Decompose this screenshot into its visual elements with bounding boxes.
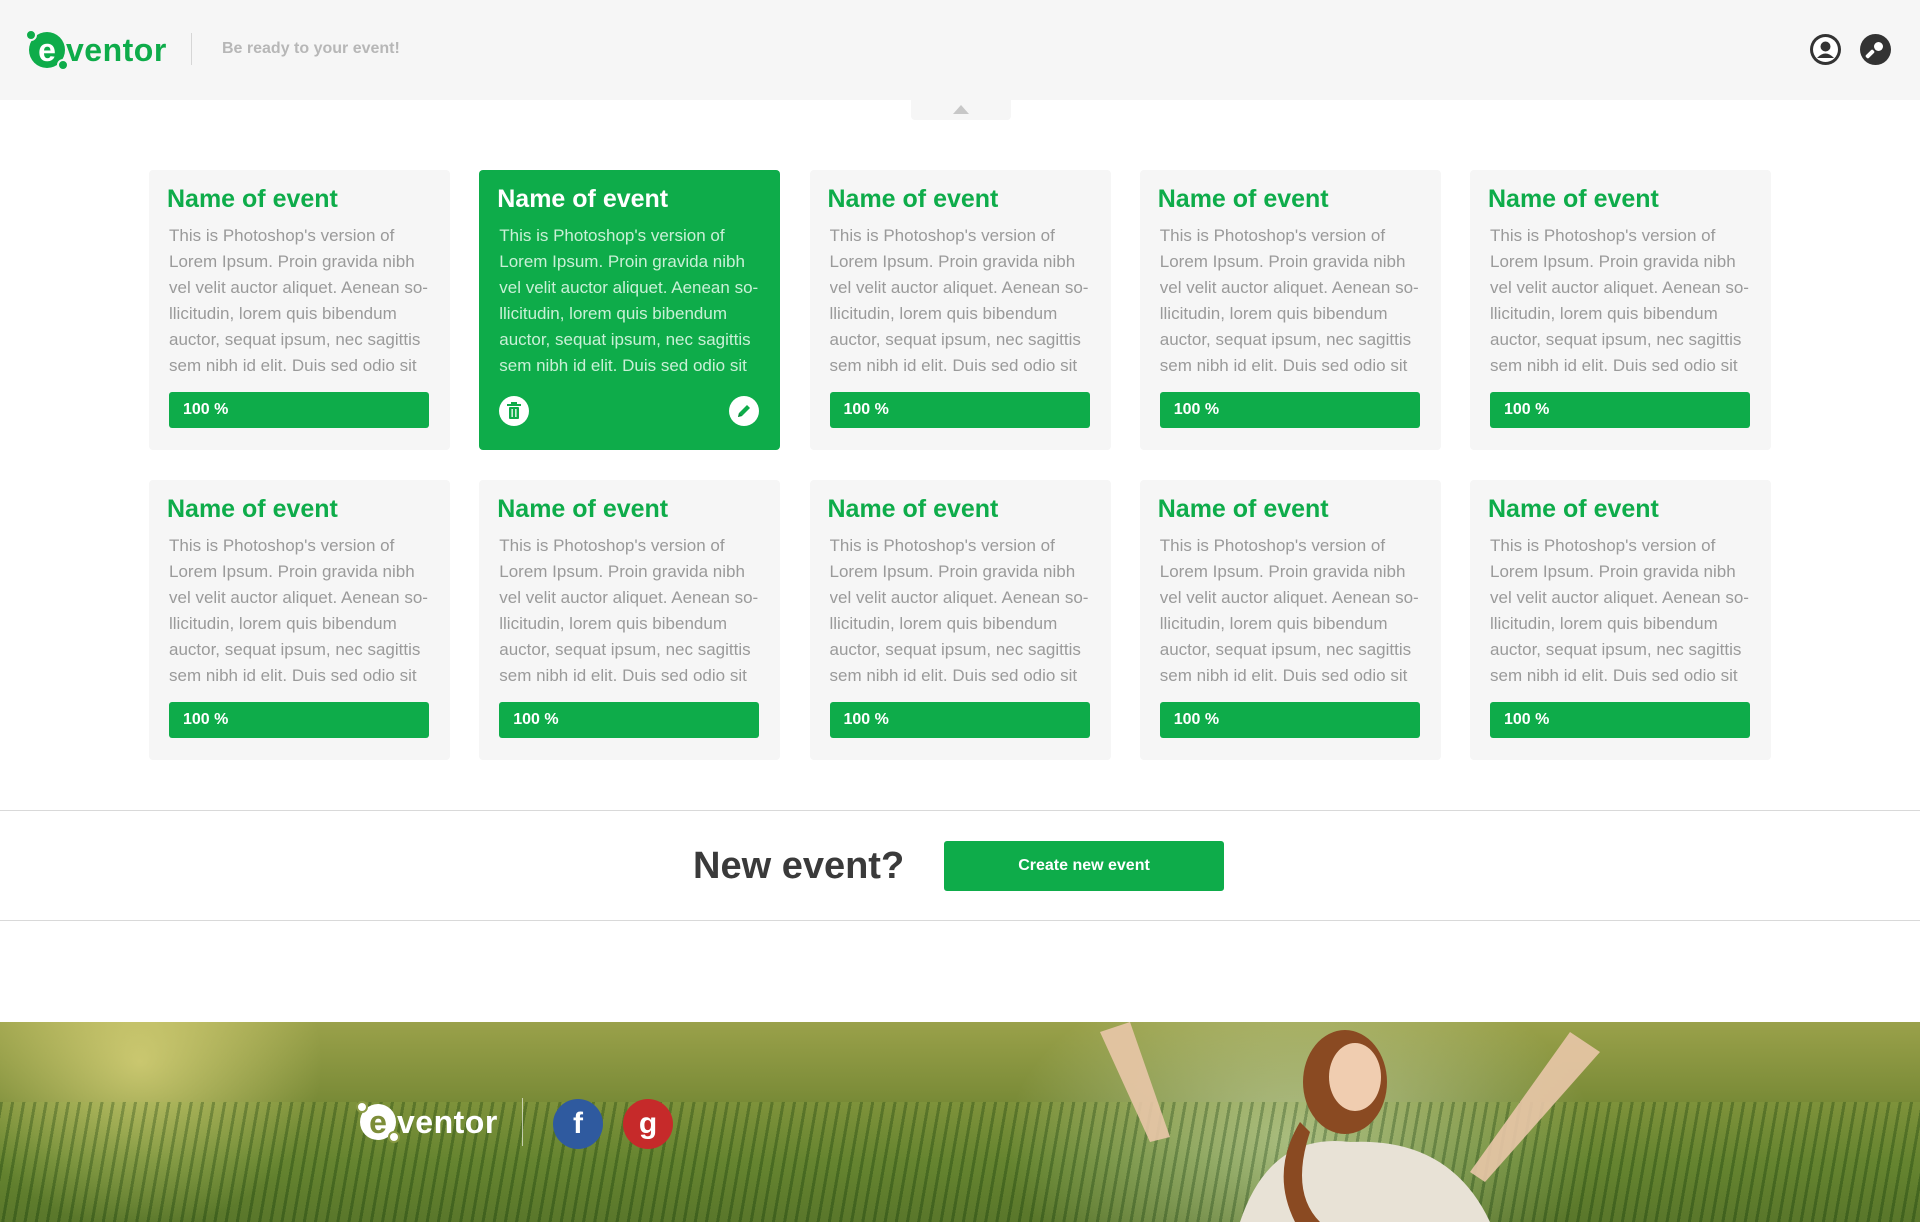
event-description: This is Photoshop's version of Lorem Ips… <box>1490 226 1749 375</box>
top-header: e ventor Be ready to your event! <box>0 0 1920 100</box>
event-description: This is Photoshop's version of Lorem Ips… <box>1490 536 1749 685</box>
header-collapse-tab[interactable] <box>911 100 1011 120</box>
create-new-event-button[interactable]: Create new event <box>944 841 1224 891</box>
progress-bar: 100 % <box>1490 702 1750 738</box>
event-title: Name of event <box>167 495 338 523</box>
progress-bar: 100 % <box>169 392 429 428</box>
event-card[interactable]: Name of event This is Photoshop's version… <box>1139 480 1441 760</box>
footer: e ventor f g <box>0 1022 1920 1222</box>
event-title: Name of event <box>167 185 338 213</box>
logo-wordmark: ventor <box>66 31 167 68</box>
progress-bar: 100 % <box>1159 702 1420 738</box>
event-title: Name of event <box>1488 185 1659 213</box>
google-icon[interactable]: g <box>623 1099 673 1149</box>
footer-background-grass <box>0 1102 1920 1222</box>
event-card[interactable]: Name of event This is Photoshop's version… <box>479 170 781 450</box>
footer-person-illustration <box>1100 1022 1600 1222</box>
event-grid: Name of event This is Photoshop's version… <box>149 170 1771 760</box>
new-event-heading: New event? <box>693 845 905 887</box>
event-title: Name of event <box>827 495 999 523</box>
footer-eventor-logo[interactable]: e ventor <box>356 1101 498 1143</box>
event-card[interactable]: Name of event This is Photoshop's version… <box>809 480 1111 760</box>
event-description: This is Photoshop's version of Lorem Ips… <box>829 226 1089 375</box>
user-icon[interactable] <box>1810 34 1841 65</box>
footer-logo-wordmark: ventor <box>397 1103 498 1140</box>
event-description: This is Photoshop's version of Lorem Ips… <box>169 536 428 685</box>
event-description: This is Photoshop's version of Lorem Ips… <box>1159 226 1419 375</box>
event-card[interactable]: Name of event This is Photoshop's version… <box>809 170 1111 450</box>
facebook-icon[interactable]: f <box>553 1099 603 1149</box>
event-description: This is Photoshop's version of Lorem Ips… <box>1159 536 1419 685</box>
event-description: This is Photoshop's version of Lorem Ips… <box>169 226 428 375</box>
event-title: Name of event <box>827 185 999 213</box>
footer-divider <box>522 1098 523 1146</box>
event-card[interactable]: Name of event This is Photoshop's version… <box>1470 170 1771 450</box>
event-title: Name of event <box>1157 185 1329 213</box>
progress-bar: 100 % <box>499 702 760 738</box>
event-card[interactable]: Name of event This is Photoshop's version… <box>149 480 450 760</box>
event-card[interactable]: Name of event This is Photoshop's version… <box>1470 480 1771 760</box>
tagline: Be ready to your event! <box>222 40 400 57</box>
event-title: Name of event <box>1488 495 1659 523</box>
header-divider <box>191 33 192 65</box>
progress-bar: 100 % <box>169 702 429 738</box>
event-title: Name of event <box>1157 495 1329 523</box>
progress-bar: 100 % <box>1490 392 1750 428</box>
footer-logo-e-mark: e <box>356 1101 400 1143</box>
new-event-band: New event? Create new event <box>0 810 1920 921</box>
eventor-logo[interactable]: e ventor <box>25 29 167 71</box>
event-description: This is Photoshop's version of Lorem Ips… <box>829 536 1089 685</box>
pencil-icon[interactable] <box>729 396 760 426</box>
logo-e-mark: e <box>25 29 69 71</box>
trash-icon[interactable] <box>499 396 530 426</box>
event-description: This is Photoshop's version of Lorem Ips… <box>499 226 759 375</box>
event-title: Name of event <box>497 185 669 213</box>
event-card[interactable]: Name of event This is Photoshop's version… <box>149 170 450 450</box>
event-title: Name of event <box>497 495 669 523</box>
progress-bar: 100 % <box>829 392 1090 428</box>
event-card[interactable]: Name of event This is Photoshop's version… <box>479 480 781 760</box>
event-card[interactable]: Name of event This is Photoshop's version… <box>1139 170 1441 450</box>
progress-bar: 100 % <box>1159 392 1420 428</box>
chevron-up-icon <box>953 105 969 114</box>
progress-bar: 100 % <box>829 702 1090 738</box>
wrench-icon[interactable] <box>1860 34 1891 65</box>
event-description: This is Photoshop's version of Lorem Ips… <box>499 536 759 685</box>
